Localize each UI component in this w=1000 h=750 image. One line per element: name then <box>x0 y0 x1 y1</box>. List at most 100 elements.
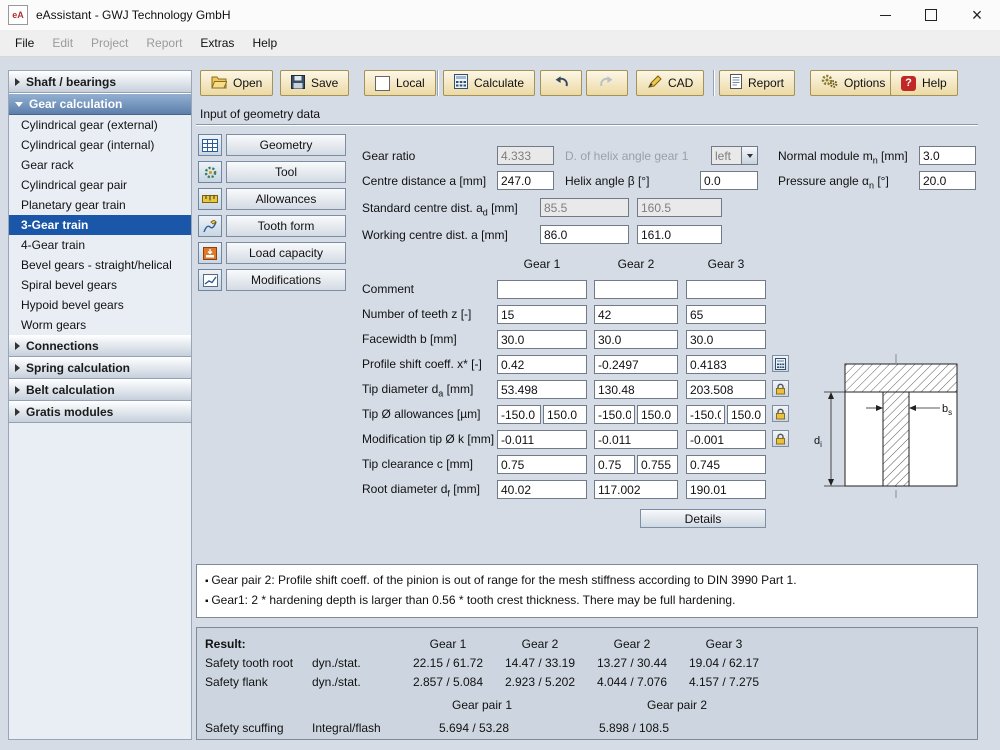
menu-project: Project <box>82 30 137 56</box>
calculator-icon <box>454 74 468 92</box>
sidebar-section-spring-calculation[interactable]: Spring calculation <box>9 357 191 379</box>
close-button[interactable] <box>954 0 1000 30</box>
results-panel: Result: Gear 1 Gear 2 Gear 2 Gear 3 Safe… <box>196 627 978 740</box>
sidebar-item-planetary-gear-train[interactable]: Planetary gear train <box>9 195 191 215</box>
tip-diameter-lock-button[interactable] <box>772 380 789 397</box>
normal-module-input[interactable] <box>919 146 976 165</box>
safety-flank-mode: dyn./stat. <box>312 675 361 689</box>
profile-shift-gear3-input[interactable] <box>686 355 766 374</box>
modification-gear2-input[interactable] <box>594 430 678 449</box>
helix-angle-input[interactable] <box>700 171 758 190</box>
comment-gear3-input[interactable] <box>686 280 766 299</box>
geometry-button[interactable]: Geometry <box>226 134 346 156</box>
cad-pencil-icon <box>647 75 662 92</box>
save-button[interactable]: Save <box>280 70 349 96</box>
tip-clearance-gear2b-input[interactable] <box>637 455 678 474</box>
sidebar-section-gratis-modules[interactable]: Gratis modules <box>9 401 191 423</box>
tip-allowances-lock-button[interactable] <box>772 405 789 422</box>
tooth-form-icon <box>198 215 222 237</box>
details-button[interactable]: Details <box>640 509 766 528</box>
profile-shift-sizing-button[interactable] <box>772 355 789 372</box>
facewidth-gear2-input[interactable] <box>594 330 678 349</box>
maximize-icon <box>925 9 937 21</box>
help-button[interactable]: Help <box>890 70 958 96</box>
normal-module-label: Normal module mn [mm] <box>778 149 908 165</box>
safety-tooth-root-label: Safety tooth root <box>205 656 293 670</box>
working-centre-distance-1-input[interactable] <box>540 225 629 244</box>
profile-shift-gear2-input[interactable] <box>594 355 678 374</box>
chevron-down-icon[interactable] <box>741 147 757 164</box>
chevron-right-icon <box>15 78 20 86</box>
tool-button[interactable]: Tool <box>226 161 346 183</box>
comment-gear1-input[interactable] <box>497 280 587 299</box>
tip-allowance-gear1-upper-input[interactable] <box>543 405 587 424</box>
modification-gear1-input[interactable] <box>497 430 587 449</box>
modification-gear3-input[interactable] <box>686 430 766 449</box>
local-checkbox[interactable] <box>375 76 390 91</box>
root-diameter-gear3-input[interactable] <box>686 480 766 499</box>
helix-direction-select[interactable]: left <box>711 146 758 165</box>
centre-distance-input[interactable] <box>497 171 554 190</box>
facewidth-gear1-input[interactable] <box>497 330 587 349</box>
tip-allowance-gear3-lower-input[interactable] <box>686 405 725 424</box>
allowances-button[interactable]: Allowances <box>226 188 346 210</box>
report-button[interactable]: Report <box>719 70 795 96</box>
load-capacity-button[interactable]: Load capacity <box>226 242 346 264</box>
tip-diameter-gear1-input[interactable] <box>497 380 587 399</box>
comment-gear2-input[interactable] <box>594 280 678 299</box>
safety-tooth-root-value: 13.27 / 30.44 <box>586 656 678 670</box>
tip-clearance-gear2a-input[interactable] <box>594 455 635 474</box>
teeth-gear1-input[interactable] <box>497 305 587 324</box>
tip-allowance-gear2-upper-input[interactable] <box>637 405 678 424</box>
calculate-button[interactable]: Calculate <box>443 70 535 96</box>
sidebar-section-shaft-bearings[interactable]: Shaft / bearings <box>9 71 191 93</box>
sidebar-item-3-gear-train[interactable]: 3-Gear train <box>9 215 191 235</box>
modification-tip-label: Modification tip Ø k [mm] <box>362 432 494 446</box>
working-centre-distance-2-input[interactable] <box>637 225 722 244</box>
modifications-button[interactable]: Modifications <box>226 269 346 291</box>
undo-button[interactable] <box>540 70 582 96</box>
tip-allowance-gear1-lower-input[interactable] <box>497 405 541 424</box>
safety-scuffing-mode: Integral/flash <box>312 721 381 735</box>
menu-help[interactable]: Help <box>243 30 286 56</box>
root-diameter-gear2-input[interactable] <box>594 480 678 499</box>
sidebar-item-cylindrical-gear-pair[interactable]: Cylindrical gear pair <box>9 175 191 195</box>
options-button[interactable]: Options <box>810 70 896 96</box>
sidebar-item-spiral-bevel-gears[interactable]: Spiral bevel gears <box>9 275 191 295</box>
local-toggle[interactable]: Local <box>364 70 436 96</box>
tip-diameter-gear2-input[interactable] <box>594 380 678 399</box>
profile-shift-gear1-input[interactable] <box>497 355 587 374</box>
sidebar-item-hypoid-bevel-gears[interactable]: Hypoid bevel gears <box>9 295 191 315</box>
tip-clearance-gear1-input[interactable] <box>497 455 587 474</box>
minimize-button[interactable] <box>862 0 908 30</box>
sidebar-item-bevel-gears[interactable]: Bevel gears - straight/helical <box>9 255 191 275</box>
root-diameter-gear1-input[interactable] <box>497 480 587 499</box>
tip-allowance-gear2-lower-input[interactable] <box>594 405 635 424</box>
tooth-form-button[interactable]: Tooth form <box>226 215 346 237</box>
teeth-gear2-input[interactable] <box>594 305 678 324</box>
sidebar-section-belt-calculation[interactable]: Belt calculation <box>9 379 191 401</box>
sidebar-item-4-gear-train[interactable]: 4-Gear train <box>9 235 191 255</box>
facewidth-gear3-input[interactable] <box>686 330 766 349</box>
sidebar-section-connections[interactable]: Connections <box>9 335 191 357</box>
tip-clearance-gear3-input[interactable] <box>686 455 766 474</box>
window-title: eAssistant - GWJ Technology GmbH <box>36 8 231 22</box>
modification-lock-button[interactable] <box>772 430 789 447</box>
pressure-angle-input[interactable] <box>919 171 976 190</box>
safety-flank-value: 4.044 / 7.076 <box>586 675 678 689</box>
maximize-button[interactable] <box>908 0 954 30</box>
menu-extras[interactable]: Extras <box>191 30 243 56</box>
tip-allowance-gear3-upper-input[interactable] <box>727 405 766 424</box>
chevron-down-icon <box>15 102 23 107</box>
teeth-gear3-input[interactable] <box>686 305 766 324</box>
helix-direction-label: D. of helix angle gear 1 <box>565 149 688 163</box>
tip-diameter-gear3-input[interactable] <box>686 380 766 399</box>
sidebar-item-cylindrical-gear-internal[interactable]: Cylindrical gear (internal) <box>9 135 191 155</box>
sidebar-item-worm-gears[interactable]: Worm gears <box>9 315 191 335</box>
menu-file[interactable]: File <box>6 30 43 56</box>
cad-button[interactable]: CAD <box>636 70 704 96</box>
sidebar-section-gear-calculation[interactable]: Gear calculation <box>9 93 191 115</box>
sidebar-item-gear-rack[interactable]: Gear rack <box>9 155 191 175</box>
sidebar-item-cylindrical-gear-external[interactable]: Cylindrical gear (external) <box>9 115 191 135</box>
open-button[interactable]: Open <box>200 70 273 96</box>
